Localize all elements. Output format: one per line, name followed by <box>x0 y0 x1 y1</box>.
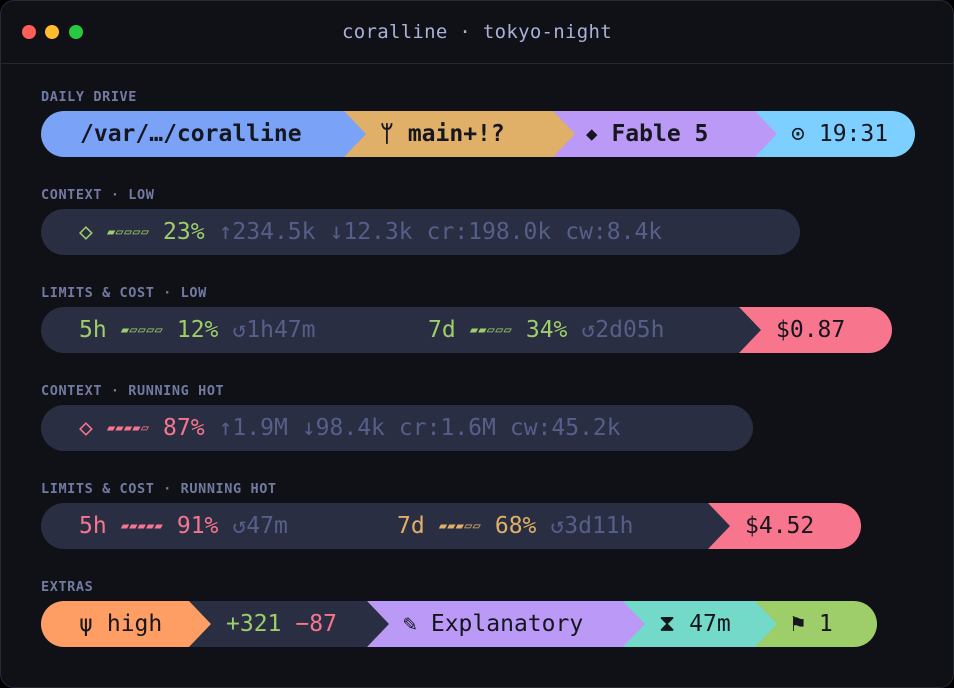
five-hour-percent: 12% <box>176 317 219 343</box>
statusline-limits-hot: 5h ▰▰▰▰▰ 91% ↺47m 7d ▰▰▰▱▱ 68% ↺3d11h $4… <box>41 503 861 549</box>
model-name: Fable 5 <box>611 121 709 147</box>
flag-count: 1 <box>818 611 833 637</box>
tokens-out: ↓12.3k <box>329 219 413 245</box>
five-hour-meter: ▰▰▰▰▰ <box>120 518 163 534</box>
psi-icon: ψ <box>79 611 93 637</box>
cost-text: $4.52 <box>745 513 815 539</box>
window-title: coralline · tokyo-night <box>342 21 612 43</box>
cache-write: cw:45.2k <box>509 415 621 441</box>
flag-icon: ⚑ <box>791 611 805 637</box>
tokens-in: ↑234.5k <box>218 219 316 245</box>
pencil-icon: ✎ <box>403 611 417 637</box>
seven-day-label: 7d <box>428 317 456 343</box>
time-text: 19:31 <box>818 121 889 147</box>
tokens-in: ↑1.9M <box>218 415 288 441</box>
five-hour-limit-segment: 5h ▰▰▰▰▰ 91% ↺47m <box>41 503 380 549</box>
clock-icon: ⊙ <box>791 121 805 147</box>
path-segment: /var/…/coralline <box>41 111 366 157</box>
section-label: CONTEXT · LOW <box>41 187 155 203</box>
statusline-extras: ψ high +321 −87 ✎ Explanatory ⧗ 47m ⚑ 1 <box>41 601 877 647</box>
cache-read: cr:198.0k <box>426 219 552 245</box>
section-label: EXTRAS <box>41 579 94 595</box>
seven-day-meter: ▰▰▰▱▱ <box>438 518 481 534</box>
clock-segment: ⊙ 19:31 <box>755 111 915 157</box>
section-label: DAILY DRIVE <box>41 89 138 105</box>
cache-read: cr:1.6M <box>398 415 496 441</box>
seven-day-limit-segment: 7d ▰▰▰▱▱ 68% ↺3d11h <box>358 503 730 549</box>
section-label: CONTEXT · RUNNING HOT <box>41 383 225 399</box>
five-hour-limit-segment: 5h ▰▱▱▱▱ 12% ↺1h47m <box>41 307 411 353</box>
lines-removed: −87 <box>295 611 337 637</box>
git-branch-text: main+!? <box>407 121 505 147</box>
context-segment: ◇ ▰▰▰▰▱ 87% ↑1.9M ↓98.4k cr:1.6M cw:45.2… <box>41 405 753 451</box>
title-bar: coralline · tokyo-night <box>1 1 953 64</box>
effort-text: high <box>106 611 163 637</box>
git-branch-icon: ᛘ <box>380 121 394 147</box>
seven-day-limit-segment: 7d ▰▰▱▱▱ 34% ↺2d05h <box>389 307 761 353</box>
context-diamond-icon: ◇ <box>79 219 93 245</box>
context-diamond-icon: ◇ <box>79 415 93 441</box>
seven-day-percent: 68% <box>494 513 537 539</box>
cache-write: cw:8.4k <box>565 219 663 245</box>
seven-day-reset: ↺2d05h <box>581 317 665 343</box>
effort-segment: ψ high <box>41 601 211 647</box>
statusline-context-hot: ◇ ▰▰▰▰▱ 87% ↑1.9M ↓98.4k cr:1.6M cw:45.2… <box>41 405 753 451</box>
diamond-icon: ◆ <box>586 123 598 145</box>
context-segment: ◇ ▰▱▱▱▱ 23% ↑234.5k ↓12.3k cr:198.0k cw:… <box>41 209 800 255</box>
context-meter: ▰▱▱▱▱ <box>106 224 150 240</box>
cost-segment: $4.52 <box>708 503 861 549</box>
output-style-text: Explanatory <box>430 611 584 637</box>
context-percent: 87% <box>163 415 205 441</box>
context-percent: 23% <box>163 219 205 245</box>
five-hour-meter: ▰▱▱▱▱ <box>120 322 163 338</box>
cost-text: $0.87 <box>776 317 846 343</box>
terminal-window: coralline · tokyo-night DAILY DRIVE /var… <box>0 0 954 688</box>
output-style-segment: ✎ Explanatory <box>367 601 645 647</box>
model-segment: ◆ Fable 5 <box>553 111 777 157</box>
cost-segment: $0.87 <box>739 307 892 353</box>
lines-added: +321 <box>226 611 282 637</box>
five-hour-label: 5h <box>79 317 107 343</box>
five-hour-reset: ↺47m <box>232 513 288 539</box>
section-label: LIMITS & COST · RUNNING HOT <box>41 481 277 497</box>
five-hour-reset: ↺1h47m <box>232 317 316 343</box>
five-hour-percent: 91% <box>176 513 219 539</box>
statusline-limits-low: 5h ▰▱▱▱▱ 12% ↺1h47m 7d ▰▰▱▱▱ 34% ↺2d05h … <box>41 307 892 353</box>
lines-changed-segment: +321 −87 <box>189 601 389 647</box>
seven-day-reset: ↺3d11h <box>550 513 634 539</box>
duration-text: 47m <box>689 611 731 637</box>
statusline-context-low: ◇ ▰▱▱▱▱ 23% ↑234.5k ↓12.3k cr:198.0k cw:… <box>41 209 800 255</box>
git-segment: ᛘ main+!? <box>344 111 575 157</box>
five-hour-label: 5h <box>79 513 107 539</box>
seven-day-meter: ▰▰▱▱▱ <box>469 322 512 338</box>
tokens-out: ↓98.4k <box>301 415 385 441</box>
seven-day-label: 7d <box>397 513 425 539</box>
section-label: LIMITS & COST · LOW <box>41 285 207 301</box>
seven-day-percent: 34% <box>525 317 568 343</box>
hourglass-icon: ⧗ <box>659 611 676 637</box>
statusline-daily-drive: /var/…/coralline ᛘ main+!? ◆ Fable 5 ⊙ 1… <box>41 111 915 157</box>
context-meter: ▰▰▰▰▱ <box>106 420 150 436</box>
path-text: /var/…/coralline <box>80 121 302 147</box>
